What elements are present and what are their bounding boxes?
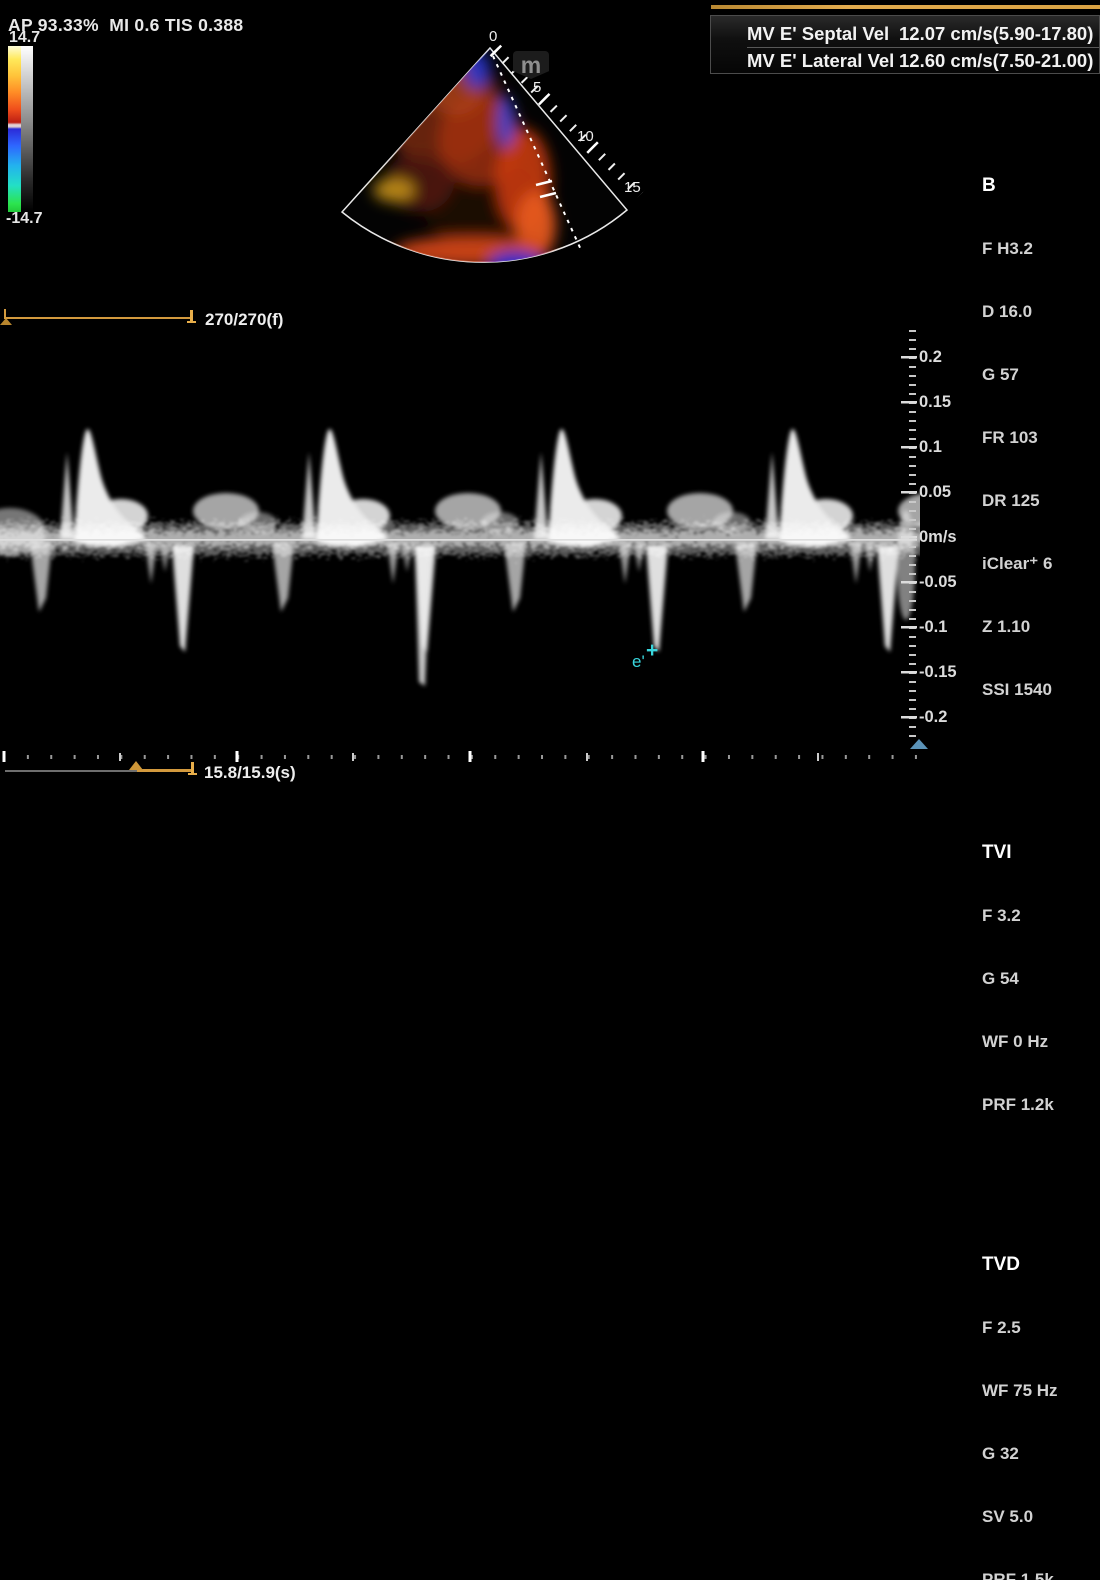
param-line: G 32 xyxy=(982,1443,1100,1464)
depth-label: 0 xyxy=(489,28,497,45)
color-doppler-scale-bar xyxy=(8,46,21,212)
bmode-params-section: B F H3.2 D 16.0 G 57 FR 103 DR 125 iClea… xyxy=(982,133,1100,742)
velocity-axis-label: -0.1 xyxy=(919,618,947,637)
section-title: B xyxy=(982,175,1100,196)
depth-label: 10 xyxy=(577,128,594,145)
param-line: WF 0 Hz xyxy=(982,1031,1100,1052)
depth-label: 15 xyxy=(624,179,641,196)
velocity-axis-label: 0.2 xyxy=(919,348,942,367)
param-line: PRF 1.5k xyxy=(982,1569,1100,1580)
param-line: SV 5.0 xyxy=(982,1506,1100,1527)
baseline-indicator-icon[interactable] xyxy=(910,739,928,749)
measurement-label: MV E' Lateral Vel xyxy=(747,50,899,72)
time-scrollbar-thumb-icon[interactable] xyxy=(129,761,143,770)
measurement-row: MV E' Lateral Vel 12.60 cm/s(7.50-21.00) xyxy=(747,47,1099,73)
velocity-axis-label: 0.15 xyxy=(919,393,951,412)
velocity-axis-label: 0.1 xyxy=(919,438,942,457)
grayscale-bar xyxy=(21,46,33,212)
ultrasound-sector-image xyxy=(330,22,660,292)
spectral-doppler-trace xyxy=(0,330,920,750)
param-line: DR 125 xyxy=(982,490,1100,511)
param-line: F 3.2 xyxy=(982,905,1100,926)
time-scrollbar-range[interactable] xyxy=(137,769,192,772)
section-title: TVI xyxy=(982,842,1100,863)
section-title: TVD xyxy=(982,1254,1100,1275)
cine-frame-counter: 270/270(f) xyxy=(205,310,283,330)
tvd-params-section: TVD F 2.5 WF 75 Hz G 32 SV 5.0 PRF 1.5k … xyxy=(982,1212,1100,1580)
param-line: SSI 1540 xyxy=(982,679,1100,700)
time-scrollbar-track[interactable] xyxy=(5,770,137,772)
param-line: FR 103 xyxy=(982,427,1100,448)
doppler-baseline xyxy=(0,539,917,541)
measurement-label: MV E' Septal Vel xyxy=(747,23,899,45)
cine-scrollbar-position-marker[interactable] xyxy=(187,321,196,323)
param-line: WF 75 Hz xyxy=(982,1380,1100,1401)
param-line: PRF 1.2k xyxy=(982,1094,1100,1115)
measurement-row: MV E' Septal Vel 12.07 cm/s(5.90-17.80) xyxy=(747,21,1099,47)
acoustic-power-status-text: AP 93.33% MI 0.6 TIS 0.388 xyxy=(8,15,243,36)
param-line: D 16.0 xyxy=(982,301,1100,322)
colorbar-min-label: -14.7 xyxy=(6,210,42,228)
cine-scrollbar[interactable] xyxy=(5,317,193,319)
param-line: G 54 xyxy=(982,968,1100,989)
time-scrollbar-end-marker[interactable] xyxy=(188,773,197,775)
measurement-value: 12.60 cm/s(7.50-21.00) xyxy=(899,50,1093,72)
depth-label: 5 xyxy=(533,79,541,96)
velocity-axis-zero-label: 0m/s xyxy=(919,528,957,547)
eprime-marker-label: e' xyxy=(632,653,645,670)
accent-line xyxy=(711,5,1100,9)
measurement-value: 12.07 cm/s(5.90-17.80) xyxy=(899,23,1093,45)
velocity-axis-label: -0.05 xyxy=(919,573,957,592)
param-line: F 2.5 xyxy=(982,1317,1100,1338)
imaging-parameters-panel: B F H3.2 D 16.0 G 57 FR 103 DR 125 iClea… xyxy=(982,91,1100,1580)
param-line: iClear⁺ 6 xyxy=(982,553,1100,574)
param-line: F H3.2 xyxy=(982,238,1100,259)
param-line: Z 1.10 xyxy=(982,616,1100,637)
velocity-axis-label: -0.2 xyxy=(919,708,947,727)
velocity-axis-label: -0.15 xyxy=(919,663,957,682)
eprime-cross-icon[interactable]: + xyxy=(646,640,658,661)
param-line: G 57 xyxy=(982,364,1100,385)
colorbar-max-label: 14.7 xyxy=(9,29,40,47)
cine-scrollbar-left-marker-icon[interactable] xyxy=(0,318,12,325)
tvi-params-section: TVI F 3.2 G 54 WF 0 Hz PRF 1.2k xyxy=(982,800,1100,1157)
measurement-results-panel: MV E' Septal Vel 12.07 cm/s(5.90-17.80) … xyxy=(710,15,1100,74)
time-counter: 15.8/15.9(s) xyxy=(204,763,296,783)
velocity-axis-label: 0.05 xyxy=(919,483,951,502)
